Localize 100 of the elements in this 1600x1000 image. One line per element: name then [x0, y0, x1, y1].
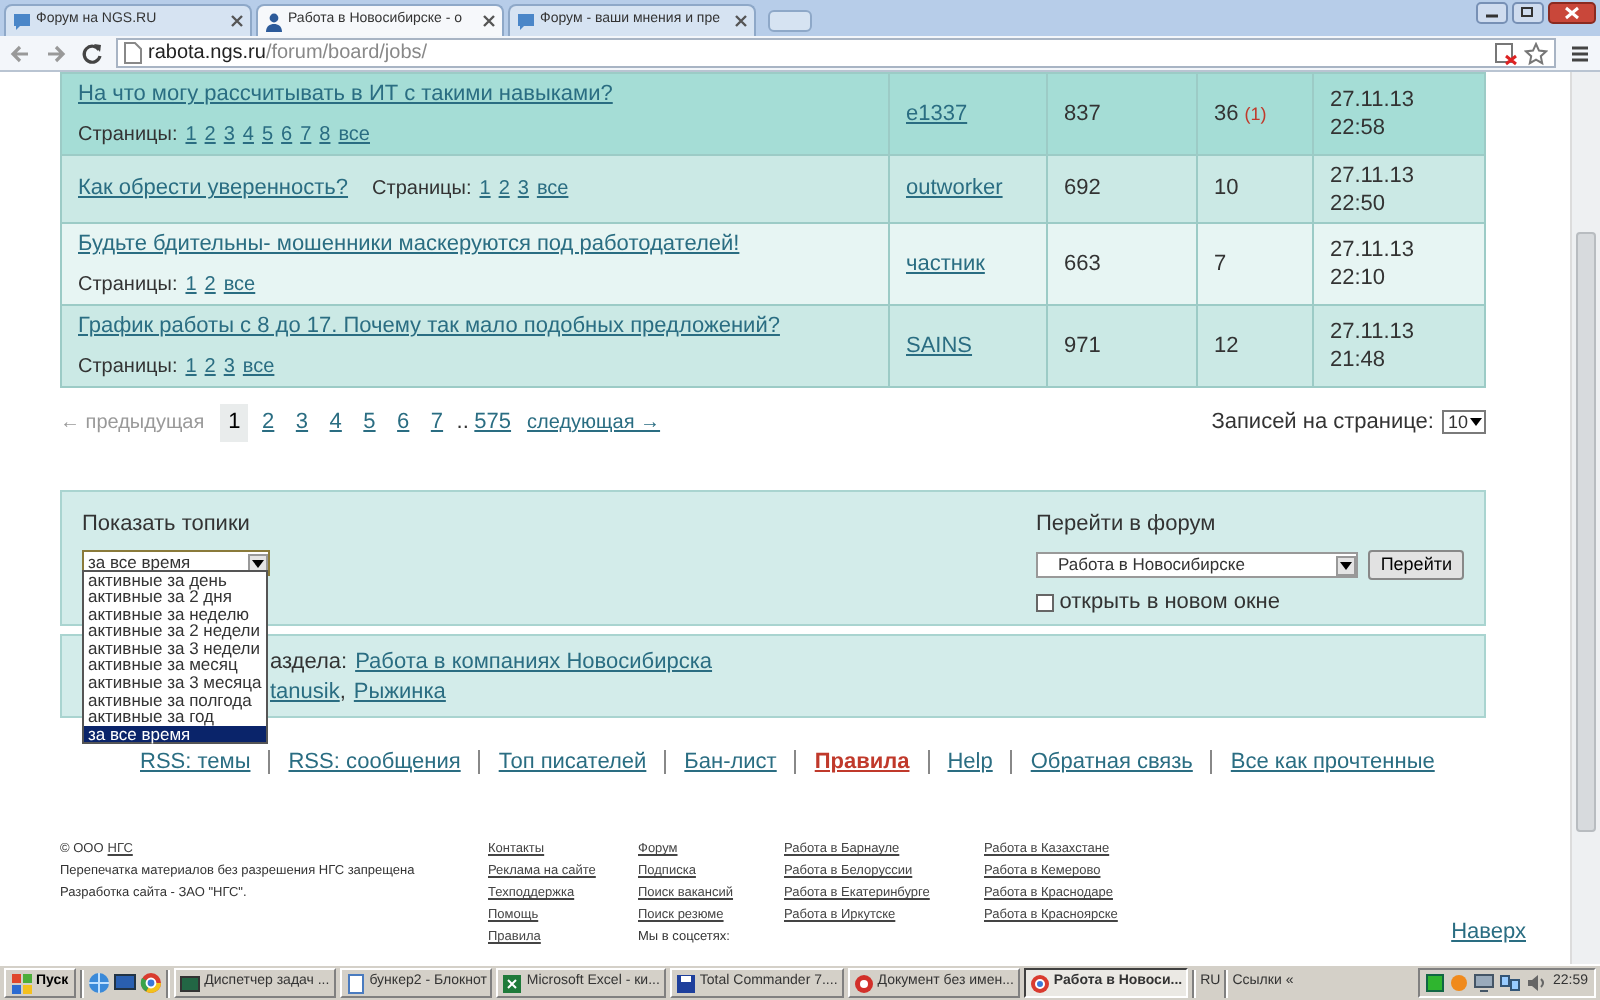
dropdown-option[interactable]: активные за год — [84, 708, 266, 726]
page-link[interactable]: все — [223, 273, 256, 295]
author-link[interactable]: частник — [906, 251, 985, 276]
footer-link[interactable]: RSS: сообщения — [288, 745, 461, 778]
pages-label: Страницы: — [372, 178, 472, 201]
moderator-link[interactable]: tanusik — [270, 679, 340, 703]
footer-link[interactable]: Правила — [814, 745, 910, 778]
page-link[interactable]: 2 — [204, 355, 216, 377]
footer-link[interactable]: RSS: темы — [140, 745, 251, 778]
footer-link[interactable]: Бан-лист — [684, 745, 777, 778]
page-link[interactable]: 1 — [479, 178, 491, 201]
page-link[interactable]: 575 — [474, 406, 512, 439]
page-link[interactable]: 6 — [281, 123, 293, 145]
speaker-icon[interactable] — [1526, 974, 1547, 992]
windows-logo-icon — [12, 973, 32, 993]
post-date: 27.11.13 — [1330, 236, 1417, 264]
browser-logo-icon[interactable] — [140, 972, 163, 994]
author-link[interactable]: e1337 — [906, 101, 968, 126]
menu-icon[interactable] — [1568, 41, 1592, 65]
dropdown-option[interactable]: активные за 3 недели — [84, 639, 266, 657]
monitor-icon[interactable] — [1474, 974, 1495, 992]
author-link[interactable]: SAINS — [906, 333, 973, 358]
go-button[interactable]: Перейти — [1368, 550, 1464, 580]
page-link[interactable]: 7 — [300, 123, 312, 145]
blocked-popup-icon[interactable] — [1494, 41, 1518, 65]
topic-link[interactable]: Как обрести уверенность? — [78, 176, 349, 201]
replies-count: 36 — [1214, 101, 1239, 126]
checkbox[interactable] — [1036, 593, 1054, 611]
reload-icon[interactable] — [80, 41, 104, 65]
page-link[interactable]: 4 — [321, 404, 350, 441]
minimize-icon[interactable] — [1476, 2, 1508, 24]
desktop-icon[interactable] — [114, 972, 137, 994]
page-number[interactable]: 1 — [220, 404, 249, 441]
forward-icon[interactable] — [44, 41, 68, 65]
close-icon[interactable] — [230, 14, 244, 28]
dropdown-arrow-icon — [252, 559, 264, 567]
star-icon[interactable] — [1524, 41, 1548, 65]
page-link[interactable]: 8 — [319, 123, 331, 145]
post-date: 27.11.13 — [1330, 161, 1417, 189]
restore-icon[interactable] — [1512, 2, 1544, 24]
back-icon[interactable] — [8, 41, 32, 65]
dropdown-option[interactable]: активные за неделю — [84, 605, 266, 623]
page-link[interactable]: 7 — [422, 404, 452, 441]
forum-select[interactable]: Работа в Новосибирске — [1036, 552, 1358, 578]
ellipsis-text: .. — [456, 408, 469, 438]
page-link[interactable]: все — [536, 178, 569, 201]
page-link[interactable]: 3 — [223, 123, 235, 145]
new-replies-count: (1) — [1244, 103, 1267, 124]
replies-count: 7 — [1214, 251, 1227, 276]
dropdown-option[interactable]: за все время — [84, 725, 266, 743]
page-link[interactable]: 1 — [185, 273, 197, 295]
back-to-top-link[interactable]: Наверх — [1451, 915, 1526, 948]
dropdown-option[interactable]: активные за месяц — [84, 656, 266, 675]
page-link[interactable]: 2 — [254, 404, 283, 441]
page-link[interactable]: 1 — [185, 355, 197, 377]
section-link[interactable]: Работа в компаниях Новосибирска — [355, 649, 713, 673]
page-link[interactable]: 5 — [355, 404, 384, 441]
dropdown-arrow-icon — [1468, 414, 1484, 431]
page-link[interactable]: 1 — [185, 123, 197, 145]
filter-label: Показать топики — [82, 509, 252, 539]
page-link[interactable]: 3 — [287, 404, 317, 441]
dropdown-option[interactable]: активные за 3 месяца — [84, 674, 266, 692]
page-link[interactable]: 5 — [261, 123, 274, 145]
footer-link[interactable]: Топ писателей — [498, 745, 647, 778]
page-link[interactable]: 6 — [389, 404, 418, 441]
dropdown-option[interactable]: активные за полгода — [84, 691, 266, 709]
dropdown-option[interactable]: активные за 2 недели — [84, 622, 266, 640]
scrollbar-thumb[interactable] — [1576, 232, 1596, 832]
dropdown-option[interactable]: активные за день — [84, 571, 266, 589]
replies-count: 12 — [1214, 333, 1239, 358]
topic-link[interactable]: Будьте бдительны- мошенники маскеруются под работодателей! — [78, 232, 740, 256]
dropdown-option[interactable]: активные за 2 дня — [84, 588, 266, 606]
address-field[interactable]: rabota.ngs.ru/forum/board/jobs/ — [116, 38, 1556, 68]
page-link[interactable]: 2 — [204, 123, 216, 145]
footer-link[interactable]: Help — [947, 745, 993, 778]
monitor-icon — [180, 973, 201, 993]
post-time: 22:58 — [1330, 114, 1388, 142]
page-link[interactable]: 2 — [204, 273, 216, 295]
next-link[interactable]: следующая → — [527, 407, 661, 438]
status-square-icon[interactable] — [1426, 974, 1445, 992]
page-link[interactable]: 4 — [242, 123, 254, 145]
page-link[interactable]: 2 — [498, 178, 510, 201]
scrollbar[interactable] — [1570, 72, 1600, 964]
footer-link[interactable]: Все как прочтенные — [1230, 745, 1435, 778]
moderator-link[interactable]: Рыжинка — [353, 679, 446, 703]
per-page-select[interactable]: 10 — [1441, 410, 1486, 435]
close-icon[interactable] — [482, 14, 496, 28]
post-date: 27.11.13 — [1330, 318, 1417, 346]
page-link[interactable]: 3 — [223, 355, 235, 377]
close-icon[interactable] — [1548, 2, 1596, 24]
page-link[interactable]: все — [338, 123, 370, 145]
footer-link[interactable]: Обратная связь — [1030, 745, 1193, 778]
page-link[interactable]: 3 — [517, 178, 529, 201]
close-icon[interactable] — [734, 14, 748, 28]
browser-logo-icon — [1029, 973, 1050, 993]
topic-link[interactable]: На что могу рассчитывать в ИТ с такими навыками? — [78, 82, 613, 106]
topic-link[interactable]: График работы с 8 до 17. Почему так мало подобных предложений? — [78, 314, 780, 338]
network-icon[interactable] — [1500, 974, 1521, 992]
views-count: 971 — [1064, 333, 1101, 358]
page-link[interactable]: все — [242, 355, 275, 377]
